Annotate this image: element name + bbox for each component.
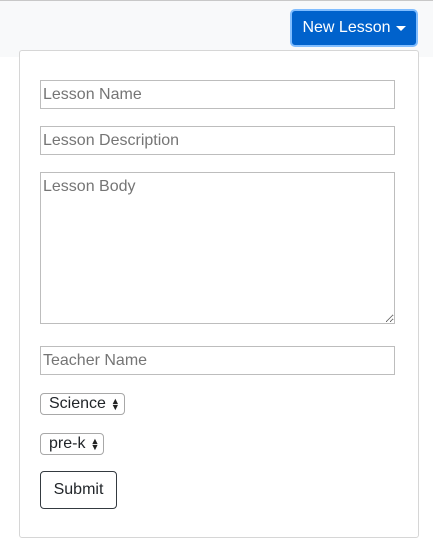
subject-select[interactable]: Science ▲ ▼ — [40, 393, 125, 415]
select-arrows-icon: ▲ ▼ — [90, 436, 100, 452]
new-lesson-dropdown-button[interactable]: New Lesson — [290, 9, 418, 47]
lesson-description-input[interactable] — [40, 126, 395, 155]
lesson-body-textarea[interactable] — [40, 172, 395, 324]
grade-select[interactable]: pre-k ▲ ▼ — [40, 433, 105, 455]
lesson-name-input[interactable] — [40, 80, 395, 109]
teacher-name-input[interactable] — [40, 346, 395, 375]
subject-select-value: Science — [49, 395, 106, 412]
submit-button[interactable]: Submit — [40, 471, 117, 509]
caret-down-icon — [395, 25, 406, 31]
grade-select-value: pre-k — [49, 435, 86, 452]
new-lesson-form-panel: Science ▲▼ pre-k ▲▼ Submit — [19, 50, 419, 538]
select-arrows-icon: ▲ ▼ — [110, 396, 120, 412]
new-lesson-label: New Lesson — [302, 19, 391, 36]
